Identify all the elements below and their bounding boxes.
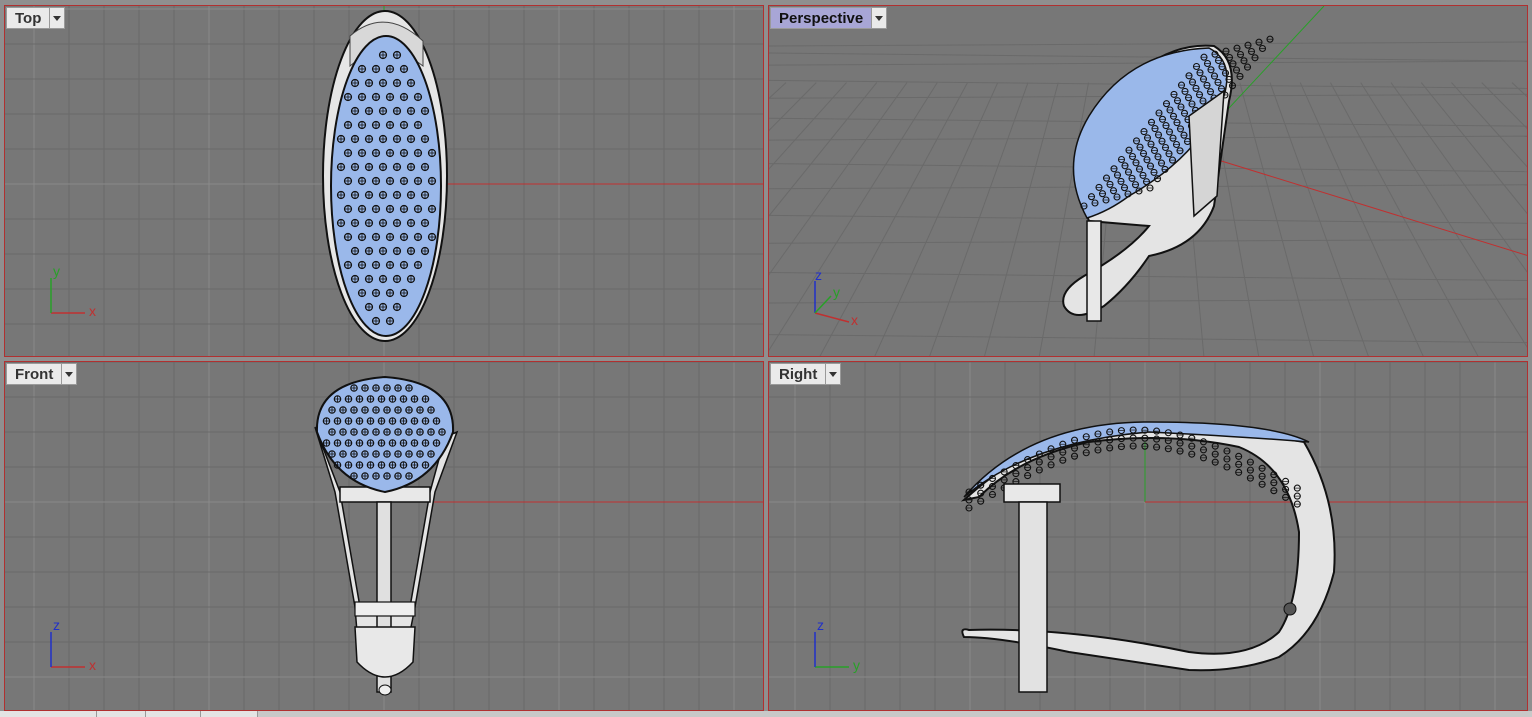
chevron-down-icon [875, 15, 884, 21]
viewport-tabs-strip[interactable] [0, 711, 1532, 717]
viewport-top[interactable]: x y Top [4, 5, 764, 357]
layout-tab[interactable] [146, 711, 201, 717]
top-view-scene[interactable]: x y [5, 6, 764, 357]
viewport-title[interactable]: Right [770, 363, 826, 385]
axis-gizmo: x z [50, 617, 96, 673]
axis-label-x: x [89, 657, 96, 673]
layout-tab[interactable] [97, 711, 146, 717]
chevron-down-icon [65, 371, 74, 377]
perspective-view-scene[interactable]: x z y [769, 6, 1528, 357]
layout-tab[interactable] [201, 711, 258, 717]
viewport-title[interactable]: Top [6, 7, 50, 29]
axis-label-z: z [815, 267, 822, 283]
axis-label-y: y [833, 284, 840, 300]
viewport-menu-dropdown[interactable] [825, 363, 842, 385]
layout-tab[interactable] [0, 711, 97, 717]
viewport-title[interactable]: Front [6, 363, 62, 385]
axis-label-y: y [853, 657, 860, 673]
earring-model-front[interactable] [314, 375, 459, 696]
chevron-down-icon [53, 15, 62, 21]
earring-model-perspective[interactable] [1062, 35, 1274, 322]
viewport-tab-perspective[interactable]: Perspective [770, 7, 888, 29]
viewport-menu-dropdown[interactable] [61, 363, 78, 385]
viewport-tab-top[interactable]: Top [6, 7, 66, 29]
hinge-pin [1283, 602, 1297, 616]
axis-label-x: x [89, 303, 96, 319]
viewport-menu-dropdown[interactable] [49, 7, 66, 29]
chevron-down-icon [829, 371, 838, 377]
viewport-title[interactable]: Perspective [770, 7, 872, 29]
viewport-perspective[interactable]: x z y Perspective [768, 5, 1528, 357]
viewport-right[interactable]: y z Right [768, 361, 1528, 711]
axis-gizmo: x y [50, 263, 96, 319]
viewport-tab-front[interactable]: Front [6, 363, 78, 385]
axis-label-y: y [53, 263, 60, 279]
earring-model-top[interactable] [322, 10, 448, 342]
viewport-front[interactable]: x z Front [4, 361, 764, 711]
axis-label-z: z [53, 617, 60, 633]
axis-label-z: z [817, 617, 824, 633]
viewport-tab-right[interactable]: Right [770, 363, 842, 385]
right-view-scene[interactable]: y z [769, 362, 1528, 711]
axis-gizmo: y z [814, 617, 860, 673]
front-view-scene[interactable]: x z [5, 362, 764, 711]
viewport-menu-dropdown[interactable] [871, 7, 888, 29]
earring-model-right[interactable] [960, 421, 1336, 693]
axis-label-x: x [851, 312, 858, 328]
